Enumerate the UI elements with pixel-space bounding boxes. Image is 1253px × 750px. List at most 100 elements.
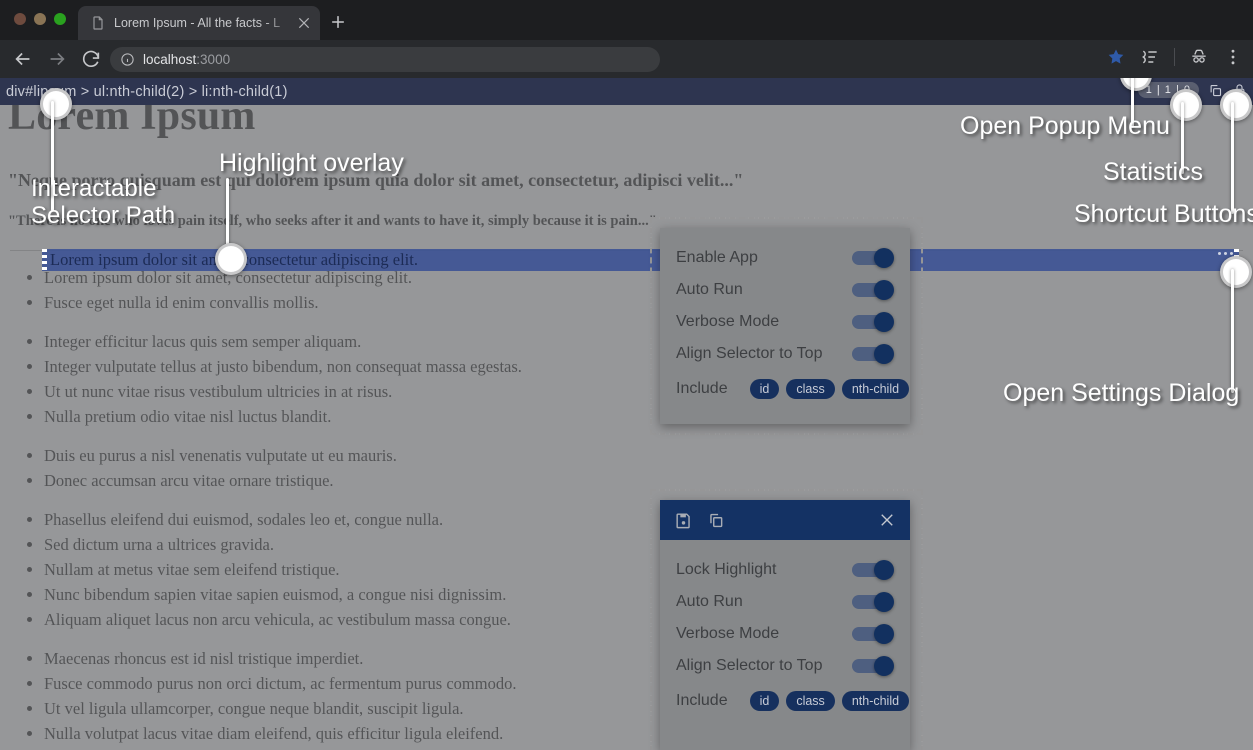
list-filter-icon[interactable]	[1140, 47, 1160, 67]
list-item[interactable]: Fusce commodo purus non orci dictum, ac …	[44, 671, 1253, 696]
list-item[interactable]: Phasellus eleifend dui euismod, sodales …	[44, 507, 1253, 532]
quote-2: "There is no one who loves pain itself, …	[8, 213, 657, 229]
plus-icon[interactable]	[328, 12, 348, 32]
list-item[interactable]: Integer vulputate tellus at justo bibend…	[44, 354, 1253, 379]
browser-tab[interactable]: Lorem Ipsum - All the facts - L	[78, 6, 320, 40]
copy-icon[interactable]	[707, 511, 726, 530]
menu-dots-icon[interactable]	[1223, 47, 1243, 67]
include-tag-id[interactable]: id	[749, 379, 780, 399]
include-tag-class[interactable]: class	[786, 691, 835, 711]
list-item[interactable]: Fusce eget nulla id enim convallis molli…	[44, 290, 1253, 315]
option-row-verbose-mode[interactable]: Verbose Mode	[676, 306, 894, 338]
toggle-auto-run[interactable]	[852, 592, 894, 612]
list-item[interactable]: Nunc maximus purus et molestie imperdiet…	[44, 746, 1253, 750]
url-port: :3000	[196, 52, 231, 67]
callout-knob-shortcut-buttons	[1220, 89, 1252, 121]
option-row-enable-app[interactable]: Enable App	[676, 242, 894, 274]
popup-menu-options: Enable App Auto Run Verbose Mode Align S…	[660, 228, 910, 418]
list-item[interactable]: Ut vel ligula ullamcorper, congue neque …	[44, 696, 1253, 721]
window-controls[interactable]	[14, 13, 66, 25]
list-item[interactable]: Duis eu purus a nisl venenatis vulputate…	[44, 443, 1253, 468]
option-label: Verbose Mode	[676, 625, 780, 642]
option-row-verbose-mode[interactable]: Verbose Mode	[676, 618, 894, 650]
option-row-lock-highlight[interactable]: Lock Highlight	[676, 554, 894, 586]
toggle-verbose-mode[interactable]	[852, 312, 894, 332]
highlight-handle-left[interactable]	[42, 249, 47, 271]
arrow-right-icon[interactable]	[46, 48, 68, 70]
lipsum-list: Phasellus eleifend dui euismod, sodales …	[0, 507, 1253, 632]
address-bar[interactable]: localhost:3000	[110, 47, 660, 72]
list-item[interactable]: Sed dictum urna a ultrices gravida.	[44, 532, 1253, 557]
arrow-left-icon[interactable]	[12, 48, 34, 70]
dialog-header-actions	[674, 511, 726, 530]
option-row-auto-run[interactable]: Auto Run	[676, 274, 894, 306]
include-row: Include id class nth-child	[676, 684, 910, 718]
quote-1: "Neque porro quisquam est qui dolorem ip…	[8, 170, 744, 190]
page-viewport: Lorem Ipsum "Neque porro quisquam est qu…	[0, 78, 1253, 750]
document-icon	[90, 15, 106, 31]
include-tag-class[interactable]: class	[786, 379, 835, 399]
save-icon[interactable]	[674, 511, 693, 530]
toggle-auto-run[interactable]	[852, 280, 894, 300]
reload-icon[interactable]	[80, 48, 102, 70]
toggle-align-selector[interactable]	[852, 656, 894, 676]
option-label: Align Selector to Top	[676, 345, 823, 362]
lipsum-list: Maecenas rhoncus est id nisl tristique i…	[0, 646, 1253, 750]
lipsum-lists: Lorem ipsum dolor sit amet, consectetur …	[0, 265, 1253, 750]
toolbar-actions	[1106, 47, 1243, 67]
toggle-align-selector[interactable]	[852, 344, 894, 364]
include-tag-nth-child[interactable]: nth-child	[841, 379, 910, 399]
toggle-enable-app[interactable]	[852, 248, 894, 268]
option-label: Align Selector to Top	[676, 657, 823, 674]
callout-label-shortcut-buttons: Shortcut Buttons	[1074, 200, 1253, 228]
toggle-verbose-mode[interactable]	[852, 624, 894, 644]
callout-label-interactable: Interactable	[31, 175, 157, 202]
list-item[interactable]: Nunc bibendum sapien vitae sapien euismo…	[44, 582, 1253, 607]
popup-menu-panel[interactable]: Enable App Auto Run Verbose Mode Align S…	[660, 228, 910, 424]
info-circle-icon[interactable]	[120, 52, 135, 67]
include-tag-nth-child[interactable]: nth-child	[841, 691, 910, 711]
browser-toolbar: localhost:3000	[0, 40, 1253, 78]
maximize-window-button[interactable]	[54, 13, 66, 25]
list-item[interactable]: Integer efficitur lacus quis sem semper …	[44, 329, 1253, 354]
minimize-window-button[interactable]	[34, 13, 46, 25]
option-row-align-selector[interactable]: Align Selector to Top	[676, 338, 894, 370]
copy-icon[interactable]	[1208, 83, 1223, 98]
callout-label-selector-path: Selector Path	[31, 202, 176, 229]
include-tags: id class nth-child	[749, 379, 910, 399]
lipsum-list: Lorem ipsum dolor sit amet, consectetur …	[0, 265, 1253, 315]
highlight-resize-dots[interactable]	[1218, 252, 1233, 255]
list-item[interactable]: Nulla volutpat lacus vitae diam eleifend…	[44, 721, 1253, 746]
screenshot-root: Lorem Ipsum - All the facts - L localhos…	[0, 0, 1253, 750]
toolbar-divider	[1174, 48, 1175, 66]
close-icon[interactable]	[878, 511, 896, 529]
settings-dialog[interactable]: Lock Highlight Auto Run Verbose Mode Ali…	[660, 500, 910, 750]
option-label: Lock Highlight	[676, 561, 777, 578]
option-label: Auto Run	[676, 281, 743, 298]
incognito-icon[interactable]	[1189, 47, 1209, 67]
callout-label-statistics: Statistics	[1103, 158, 1204, 186]
list-item[interactable]: Nullam at metus vitae sem eleifend trist…	[44, 557, 1253, 582]
address-bar-value: localhost:3000	[143, 52, 230, 67]
option-label: Verbose Mode	[676, 313, 780, 330]
callout-label-open-settings-dialog: Open Settings Dialog	[1003, 379, 1240, 407]
include-tag-id[interactable]: id	[749, 691, 780, 711]
url-host: localhost	[143, 52, 197, 67]
list-item[interactable]: Aliquam aliquet lacus non arcu vehicula,…	[44, 607, 1253, 632]
option-row-align-selector[interactable]: Align Selector to Top	[676, 650, 894, 682]
callout-knob-selector-path	[40, 88, 72, 120]
include-label: Include	[676, 380, 728, 397]
toggle-lock-highlight[interactable]	[852, 560, 894, 580]
close-window-button[interactable]	[14, 13, 26, 25]
close-icon[interactable]	[296, 15, 312, 31]
include-label: Include	[676, 692, 728, 709]
star-icon[interactable]	[1106, 47, 1126, 67]
callout-knob-highlight-overlay	[215, 243, 247, 275]
callout-knob-statistics	[1170, 89, 1202, 121]
option-row-auto-run[interactable]: Auto Run	[676, 586, 894, 618]
callout-label-highlight-overlay: Highlight overlay	[219, 149, 404, 177]
list-item[interactable]: Maecenas rhoncus est id nisl tristique i…	[44, 646, 1253, 671]
selector-path-bar[interactable]: div#lipsum > ul:nth-child(2) > li:nth-ch…	[0, 78, 1253, 105]
list-item[interactable]: Donec accumsan arcu vitae ornare tristiq…	[44, 468, 1253, 493]
option-label: Enable App	[676, 249, 758, 266]
